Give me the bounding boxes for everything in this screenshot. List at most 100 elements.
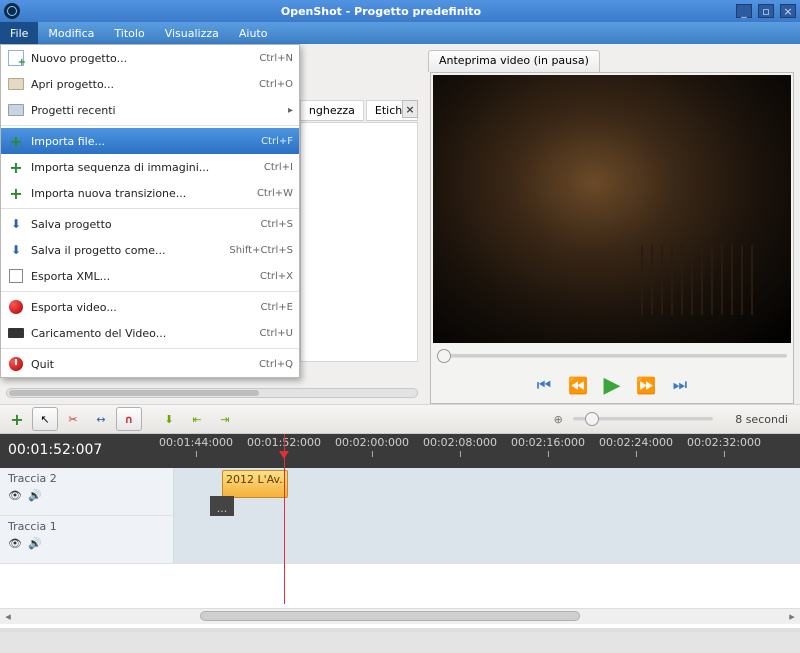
razor-tool-button[interactable]: ✂ <box>60 407 86 431</box>
next-marker-button[interactable]: ⇥ <box>212 407 238 431</box>
column-length[interactable]: nghezza <box>300 100 364 121</box>
plus-icon: + <box>7 132 25 150</box>
power-icon <box>7 355 25 373</box>
menu-file[interactable]: File <box>0 22 38 44</box>
scrollbar-thumb[interactable] <box>200 611 580 621</box>
audio-toggle-icon[interactable]: 🔊 <box>28 537 42 550</box>
cursor-icon: ↖ <box>40 413 49 426</box>
timeline-ruler[interactable]: 00:01:52:007 00:01:44:000 00:01:52:000 0… <box>0 434 800 468</box>
track-header[interactable]: Traccia 1 👁 🔊 <box>0 516 174 563</box>
submenu-arrow-icon: ▸ <box>288 105 293 116</box>
menu-view[interactable]: Visualizza <box>155 22 229 44</box>
video-preview[interactable] <box>433 75 791 343</box>
save-icon: ⬇ <box>7 215 25 233</box>
resize-tool-button[interactable]: ↔ <box>88 407 114 431</box>
scroll-right-button[interactable]: ▸ <box>784 610 800 623</box>
menuitem-recent-projects[interactable]: Progetti recenti ▸ <box>1 97 299 123</box>
window-titlebar: OpenShot - Progetto predefinito _ ▫ × <box>0 0 800 22</box>
timeline-tracks: Traccia 2 👁 🔊 2012 L'Av... ... Traccia 1… <box>0 468 800 628</box>
menuitem-new-project[interactable]: Nuovo progetto... Ctrl+N <box>1 45 299 71</box>
track-name: Traccia 2 <box>8 472 165 485</box>
snapping-button[interactable]: ∩ <box>116 407 142 431</box>
project-files-list[interactable] <box>300 122 418 362</box>
folder-icon <box>7 101 25 119</box>
tape-icon <box>7 324 25 342</box>
project-files-scrollbar[interactable] <box>6 388 418 398</box>
playback-position-slider[interactable] <box>437 354 787 358</box>
slider-knob[interactable] <box>437 349 451 363</box>
clip-label: 2012 L'Av... <box>226 473 288 486</box>
xml-icon <box>7 267 25 285</box>
prev-marker-icon: ⇤ <box>192 413 201 426</box>
scrollbar-thumb[interactable] <box>9 390 259 396</box>
track-name: Traccia 1 <box>8 520 165 533</box>
close-button[interactable]: × <box>780 4 796 18</box>
maximize-button[interactable]: ▫ <box>758 4 774 18</box>
timeline-horizontal-scrollbar[interactable]: ◂ ▸ <box>0 608 800 624</box>
track-lane[interactable]: 2012 L'Av... ... <box>174 468 800 515</box>
ruler-tick: 00:02:00:000 <box>335 436 409 449</box>
menuitem-export-video[interactable]: Esporta video... Ctrl+E <box>1 294 299 320</box>
plus-icon: + <box>7 158 25 176</box>
play-button[interactable]: ▶ <box>600 373 624 397</box>
ruler-tick: 00:02:16:000 <box>511 436 585 449</box>
select-tool-button[interactable]: ↖ <box>32 407 58 431</box>
preview-panel: Anteprima video (in pausa) ⏮ ⏪ ▶ ⏩ <box>424 44 800 404</box>
add-track-button[interactable]: + <box>4 407 30 431</box>
menu-title[interactable]: Titolo <box>104 22 154 44</box>
menuitem-import-file[interactable]: + Importa file... Ctrl+F <box>1 128 299 154</box>
minimize-button[interactable]: _ <box>736 4 752 18</box>
magnet-icon: ∩ <box>125 413 134 426</box>
preview-tab[interactable]: Anteprima video (in pausa) <box>428 50 600 72</box>
plus-icon: + <box>7 184 25 202</box>
menuitem-upload-video[interactable]: Caricamento del Video... Ctrl+U <box>1 320 299 346</box>
ruler-tick: 00:02:24:000 <box>599 436 673 449</box>
video-clip[interactable]: 2012 L'Av... <box>222 470 288 498</box>
menuitem-save-project[interactable]: ⬇ Salva progetto Ctrl+S <box>1 211 299 237</box>
playhead-timecode: 00:01:52:007 <box>8 442 102 458</box>
center-playhead-button[interactable]: ⊕ <box>545 407 571 431</box>
marker-down-icon: ⬇ <box>164 413 173 426</box>
track: Traccia 1 👁 🔊 <box>0 516 800 564</box>
file-menu-dropdown: Nuovo progetto... Ctrl+N Apri progetto..… <box>0 44 300 378</box>
menu-separator <box>1 291 299 292</box>
menuitem-import-transition[interactable]: + Importa nuova transizione... Ctrl+W <box>1 180 299 206</box>
scroll-left-button[interactable]: ◂ <box>0 610 16 623</box>
menu-separator <box>1 125 299 126</box>
menuitem-export-xml[interactable]: Esporta XML... Ctrl+X <box>1 263 299 289</box>
scissors-icon: ✂ <box>68 413 77 426</box>
prev-marker-button[interactable]: ⇤ <box>184 407 210 431</box>
app-icon <box>4 3 20 19</box>
menu-help[interactable]: Aiuto <box>229 22 278 44</box>
visibility-toggle-icon[interactable]: 👁 <box>8 489 22 502</box>
menuitem-quit[interactable]: Quit Ctrl+Q <box>1 351 299 377</box>
transition-label: ... <box>217 502 228 515</box>
audio-toggle-icon[interactable]: 🔊 <box>28 489 42 502</box>
jump-start-button[interactable]: ⏮ <box>532 373 556 397</box>
rewind-button[interactable]: ⏪ <box>566 373 590 397</box>
menuitem-save-project-as[interactable]: ⬇ Salva il progetto come... Shift+Ctrl+S <box>1 237 299 263</box>
zoom-knob[interactable] <box>585 412 599 426</box>
video-scene-detail <box>641 245 761 315</box>
center-icon: ⊕ <box>554 413 563 426</box>
forward-button[interactable]: ⏩ <box>634 373 658 397</box>
folder-open-icon <box>7 75 25 93</box>
menuitem-open-project[interactable]: Apri progetto... Ctrl+O <box>1 71 299 97</box>
track-header[interactable]: Traccia 2 👁 🔊 <box>0 468 174 515</box>
new-file-icon <box>7 49 25 67</box>
zoom-slider[interactable] <box>573 417 713 421</box>
next-marker-icon: ⇥ <box>220 413 229 426</box>
visibility-toggle-icon[interactable]: 👁 <box>8 537 22 550</box>
track: Traccia 2 👁 🔊 2012 L'Av... ... <box>0 468 800 516</box>
jump-end-button[interactable]: ⏭ <box>668 373 692 397</box>
red-dot-icon <box>7 298 25 316</box>
menu-edit[interactable]: Modifica <box>38 22 104 44</box>
track-lane[interactable] <box>174 516 800 563</box>
add-marker-button[interactable]: ⬇ <box>156 407 182 431</box>
clear-filter-button[interactable]: × <box>402 100 418 118</box>
menuitem-import-image-sequence[interactable]: + Importa sequenza di immagini... Ctrl+I <box>1 154 299 180</box>
video-frame <box>433 75 791 343</box>
playhead[interactable] <box>284 434 285 604</box>
ruler-tick: 00:02:08:000 <box>423 436 497 449</box>
plus-icon: + <box>10 410 23 429</box>
